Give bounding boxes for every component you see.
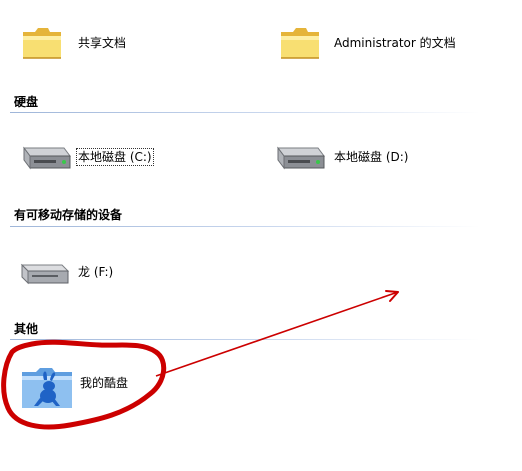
annotation-circle: [1, 339, 167, 430]
annotation-arrow: [155, 291, 399, 377]
annotation-overlay: [1, 290, 399, 430]
